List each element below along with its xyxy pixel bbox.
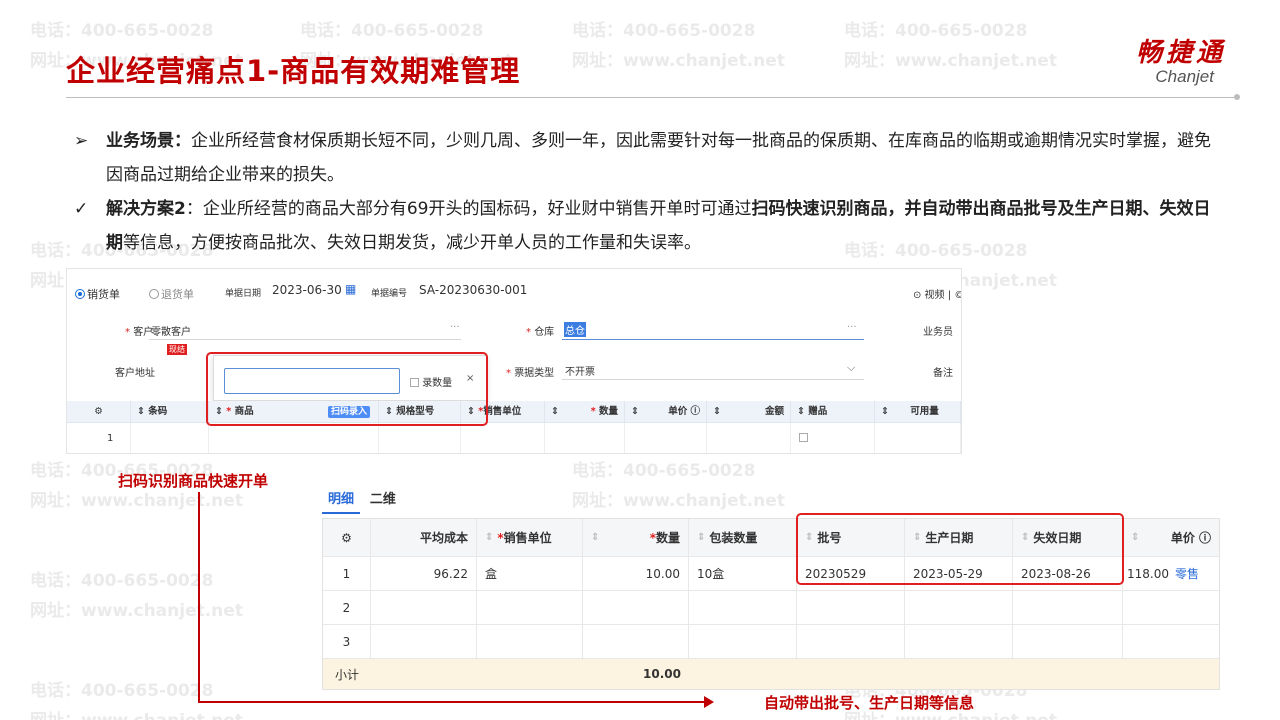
customer-label: * 客户 (125, 327, 154, 338)
cash-tag: 现结 (167, 344, 187, 355)
table-row: 3 (323, 625, 1219, 659)
col-gift: ⇕ 赠品 (791, 401, 875, 423)
table-row: 2 (323, 591, 1219, 625)
page-title: 企业经营痛点1-商品有效期难管理 (66, 54, 521, 88)
cell[interactable] (545, 423, 625, 453)
highlight-box-scan (206, 352, 488, 426)
subtotal-qty: 10.00 (643, 667, 681, 681)
sales-order-form: 销货单 退货单 单据日期 2023-06-30 ▦ 单据编号 SA-202306… (66, 268, 962, 454)
col-price: ⇕ 单价 ⓘ (1131, 531, 1211, 545)
col-pack-qty: ⇕ 包装数量 (689, 519, 797, 556)
customer-underline (149, 339, 461, 340)
arrow-head-icon (704, 696, 714, 708)
date-label: 单据日期 (225, 289, 262, 299)
remark-label: 备注 (933, 368, 953, 379)
radio-sale[interactable]: 销货单 (75, 286, 120, 302)
row-number: 1 (323, 557, 371, 590)
warehouse-value[interactable]: 总仓 (564, 322, 586, 337)
qty-cell[interactable]: 10.00 (583, 557, 689, 590)
arrow-bullet-icon: ➢ (74, 131, 89, 151)
order-grid: ⚙ ⇕ 条码 ⇕ * 商品 扫码录入 ⇕ 规格型号 ⇕ *销售单位 ⇕ * 数量 ⇕… (67, 401, 961, 453)
warehouse-label: * 仓库 (526, 327, 555, 338)
avg-cost-cell: 96.22 (371, 557, 477, 590)
divider-dot (1234, 94, 1240, 100)
subtotal-row: 小计 10.00 (323, 659, 1219, 689)
col-amount: ⇕ 金额 (707, 401, 791, 423)
solution-text-1: ：企业所经营的商品大部分有69开头的国标码，好业财中销售开单时可通过 (185, 199, 752, 219)
highlight-box-batch (796, 513, 1124, 585)
cell[interactable] (625, 423, 707, 453)
order-no: SA-20230630-001 (419, 283, 528, 297)
scenario-text: 企业所经营食材保质期长短不同，少则几周、多则一年，因此需要针对每一批商品的保质期… (106, 131, 1211, 185)
connector-line (198, 701, 706, 703)
watermark: 电话：400-665-0028网址：www.chanjet.net (30, 571, 243, 621)
settings-icon[interactable]: ⚙ (67, 401, 131, 423)
col-qty: ⇕ * 数量 (545, 401, 625, 423)
no-label: 单据编号 (371, 289, 408, 299)
cell[interactable] (707, 423, 791, 453)
gift-checkbox[interactable] (791, 423, 875, 453)
unit-cell[interactable]: 盒 (477, 557, 583, 590)
table-settings-icon[interactable]: ⚙ (323, 519, 371, 556)
watermark: 电话：400-665-0028网址：www.chanjet.net (572, 21, 785, 71)
logo-cn-text: 畅捷通 (1135, 38, 1226, 68)
col-sale-unit: ⇕ * 销售单位 (477, 519, 583, 556)
radio-return[interactable]: 退货单 (149, 286, 194, 302)
invoice-underline (562, 379, 864, 380)
cell[interactable] (131, 423, 209, 453)
row-number: 1 (67, 423, 131, 453)
customer-value[interactable]: 零散客户 (151, 323, 191, 338)
logo-en-text: Chanjet (1155, 67, 1214, 86)
invoice-label: * 票据类型 (506, 368, 555, 379)
bullet-scenario: ➢ 业务场景：企业所经营食材保质期长短不同，少则几周、多则一年，因此需要针对每一… (74, 124, 1224, 192)
warehouse-more-icon[interactable]: ··· (847, 322, 857, 333)
col-available: ⇕ 可用量 (875, 401, 961, 423)
tab-detail[interactable]: 明细 (322, 488, 361, 514)
row-number: 2 (323, 591, 371, 624)
detail-tabs: 明细 二维 (322, 488, 402, 514)
title-divider (66, 97, 1236, 98)
bullet-solution: ✓ 解决方案2：企业所经营的商品大部分有69开头的国标码，好业财中销售开单时可通… (74, 192, 1224, 260)
watermark: 电话：400-665-0028网址：www.chanjet.net (844, 21, 1057, 71)
bullet-list: ➢ 业务场景：企业所经营食材保质期长短不同，少则几周、多则一年，因此需要针对每一… (74, 124, 1224, 260)
watermark: 电话：400-665-0028网址：www.chanjet.net (30, 681, 243, 720)
solution-label: 解决方案2 (106, 199, 186, 219)
cell[interactable] (461, 423, 545, 453)
col-barcode: ⇕ 条码 (131, 401, 209, 423)
solution-text-2: 等信息，方便按商品批次、失效日期发货，减少开单人员的工作量和失误率。 (123, 233, 701, 253)
row-number: 3 (323, 625, 371, 658)
tab-2d[interactable]: 二维 (364, 488, 402, 512)
chanjet-logo: 畅捷通 Chanjet (1096, 38, 1226, 86)
invoice-value[interactable]: 不开票 (565, 363, 595, 378)
cell[interactable] (379, 423, 461, 453)
col-avg-cost: 平均成本 (371, 519, 477, 556)
retail-link[interactable]: 零售 (1175, 565, 1199, 582)
cell (875, 423, 961, 453)
address-label: 客户地址 (115, 368, 155, 379)
price-cell[interactable]: 118.00 零售 (1123, 557, 1219, 590)
col-qty: ⇕ *数量 (583, 519, 689, 556)
salesman-label: 业务员 (923, 327, 953, 338)
calendar-icon[interactable]: ▦ (345, 282, 356, 296)
auto-caption: 自动带出批号、生产日期等信息 (764, 694, 975, 712)
warehouse-underline (562, 339, 864, 340)
pack-cell: 10盒 (689, 557, 797, 590)
video-link[interactable]: ⊙ 视频 | © (913, 286, 961, 301)
customer-more-icon[interactable]: ··· (450, 322, 460, 333)
date-field[interactable]: 2023-06-30 (272, 283, 342, 297)
connector-line (198, 492, 200, 702)
scenario-label: 业务场景： (106, 131, 191, 151)
col-price: ⇕ 单价 ⓘ (625, 401, 707, 423)
scan-caption: 扫码识别商品快速开单 (118, 472, 269, 490)
check-bullet-icon: ✓ (74, 199, 89, 219)
cell[interactable] (209, 423, 379, 453)
subtotal-label: 小计 (334, 667, 359, 682)
chevron-down-icon[interactable]: ⌵ (847, 361, 855, 375)
